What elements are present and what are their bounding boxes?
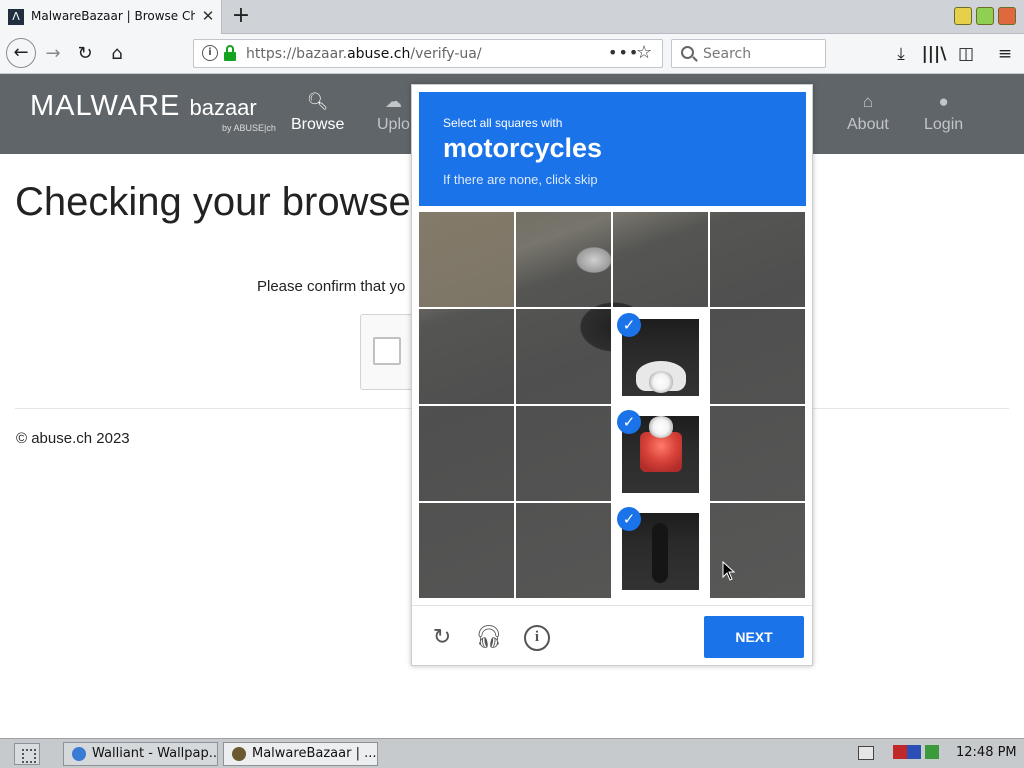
audio-challenge-icon[interactable]: 🎧︎ [475,624,503,652]
site-logo[interactable]: MALWARE bazaar [30,90,257,123]
logo-byline: by ABUSE|ch [222,123,276,133]
browser-tab[interactable]: Λ MalwareBazaar | Browse Ch ✕ [0,0,222,34]
minimize-window-button[interactable] [954,7,972,25]
taskbar-item-malwarebazaar[interactable]: MalwareBazaar | ... [223,742,378,766]
navigation-toolbar: ← → ↻ ⌂ i https://bazaar.abuse.ch/verify… [0,34,1024,74]
road-image-fragment [710,503,805,598]
clock: 12:48 PM [956,745,1017,760]
search-input[interactable]: Search [671,39,826,68]
road-image-fragment [419,309,514,404]
challenge-tile[interactable] [710,503,805,598]
window-controls [954,7,1016,25]
lock-icon[interactable] [224,45,236,61]
site-favicon-icon: Λ [8,9,24,25]
nav-browse[interactable]: 🔍︎ Browse [291,92,344,134]
close-window-button[interactable] [998,7,1016,25]
challenge-instruction: Select all squares with [443,116,563,130]
menu-icon[interactable]: ≡ [992,41,1018,67]
challenge-tile[interactable]: ✓ [613,406,708,501]
nav-upload[interactable]: ☁ Uplo [377,92,410,134]
road-image-fragment [710,309,805,404]
walliant-app-icon [72,747,86,761]
road-image-fragment [516,503,611,598]
more-icon[interactable]: ••• [608,43,639,62]
challenge-hint: If there are none, click skip [443,172,598,187]
nav-about[interactable]: ⌂ About [847,92,889,134]
challenge-grid: ✓ ✓ ✓ [419,212,806,599]
star-icon[interactable]: ☆ [636,42,652,63]
forward-arrow-icon[interactable]: → [40,41,66,67]
nav-login[interactable]: ● Login [924,92,963,134]
cloud-upload-icon: ☁ [384,92,402,111]
keyboard-icon[interactable] [858,746,874,760]
tab-title: MalwareBazaar | Browse Ch [31,9,195,23]
challenge-tile[interactable] [516,212,611,307]
challenge-tile[interactable] [710,309,805,404]
challenge-tile[interactable] [419,309,514,404]
search-placeholder: Search [703,46,752,62]
challenge-footer: ↻ 🎧︎ i NEXT [412,605,812,665]
copyright: © abuse.ch 2023 [16,430,130,447]
challenge-tile[interactable] [419,503,514,598]
taskbar: Walliant - Wallpap... MalwareBazaar | ..… [0,738,1024,768]
road-image-fragment [419,503,514,598]
address-bar[interactable]: i https://bazaar.abuse.ch/verify-ua/ •••… [193,39,663,68]
next-button[interactable]: NEXT [704,616,804,658]
challenge-tile[interactable]: ✓ [613,309,708,404]
challenge-tile[interactable] [710,212,805,307]
mouse-cursor-icon [722,561,736,581]
search-icon: 🔍︎ [306,92,329,111]
reload-icon[interactable]: ↻ [72,41,98,67]
road-image-fragment [710,212,805,307]
selected-check-icon: ✓ [617,410,641,434]
reload-challenge-icon[interactable]: ↻ [428,624,456,652]
challenge-tile[interactable] [516,309,611,404]
library-icon[interactable]: |||\ [921,41,947,67]
challenge-tile[interactable]: ✓ [613,503,708,598]
road-image-fragment [419,212,514,307]
challenge-keyword: motorcycles [443,133,603,163]
page-title: Checking your browse [15,180,411,224]
tray-app-icon[interactable] [893,745,907,759]
home-icon[interactable]: ⌂ [104,41,130,67]
close-tab-icon[interactable]: ✕ [199,7,217,25]
sidebar-icon[interactable]: ◫ [953,41,979,67]
new-tab-icon[interactable]: + [228,4,254,30]
road-image-fragment [710,406,805,501]
taskbar-item-walliant[interactable]: Walliant - Wallpap... [63,742,218,766]
selected-check-icon: ✓ [617,313,641,337]
challenge-header: Select all squares with motorcycles If t… [419,92,806,206]
browser-app-icon [232,747,246,761]
road-image-fragment [516,309,611,404]
back-arrow-icon[interactable]: ← [6,38,36,68]
road-image-fragment [613,212,708,307]
challenge-tile[interactable] [516,503,611,598]
challenge-tile[interactable] [516,406,611,501]
selected-check-icon: ✓ [617,507,641,531]
bank-icon: ⌂ [862,92,874,111]
captcha-checkbox[interactable] [373,337,401,365]
challenge-tile[interactable] [419,212,514,307]
updates-icon[interactable] [925,745,939,759]
challenge-tile[interactable] [710,406,805,501]
info-icon[interactable]: i [202,45,218,61]
road-image-fragment [516,406,611,501]
start-menu-button[interactable] [14,743,40,765]
maximize-window-button[interactable] [976,7,994,25]
system-tray [893,745,945,761]
help-info-icon[interactable]: i [524,625,550,651]
url-text[interactable]: https://bazaar.abuse.ch/verify-ua/ [246,46,482,62]
challenge-tile[interactable] [419,406,514,501]
search-icon [681,46,694,59]
challenge-tile[interactable] [613,212,708,307]
tab-strip: Λ MalwareBazaar | Browse Ch ✕ + [0,0,1024,34]
road-image-fragment [419,406,514,501]
network-icon[interactable] [907,745,921,759]
captcha-challenge: Select all squares with motorcycles If t… [411,84,813,666]
confirm-text: Please confirm that yo [257,278,406,295]
road-image-fragment [516,212,611,307]
download-icon[interactable]: ⤓ [888,41,914,67]
user-icon: ● [938,92,949,111]
